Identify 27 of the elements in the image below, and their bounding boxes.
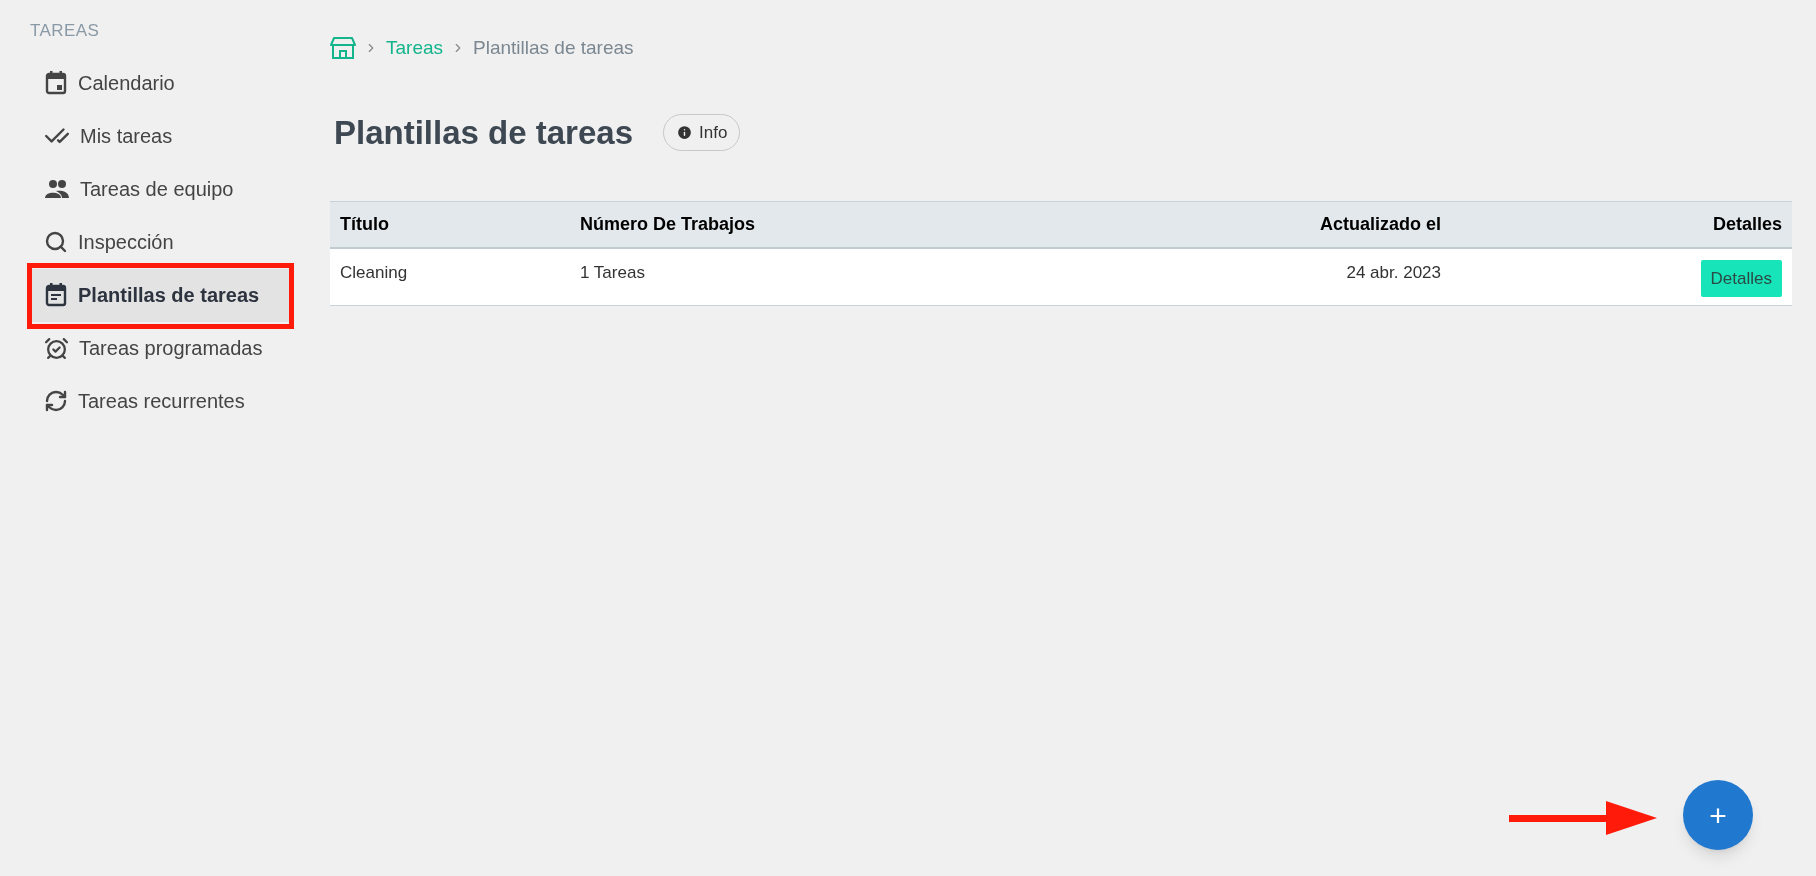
sidebar-item[interactable]: Tareas de equipo (29, 162, 290, 216)
sidebar-item[interactable]: Plantillas de tareas (29, 268, 290, 322)
people-icon (44, 179, 70, 199)
store-icon (330, 36, 356, 61)
page-title: Plantillas de tareas (334, 112, 633, 153)
sidebar-item[interactable]: Tareas programadas (29, 321, 290, 375)
calendar-list-icon (44, 282, 68, 308)
sidebar-item[interactable]: Calendario (29, 56, 290, 110)
section-title: TAREAS (30, 20, 101, 42)
info-icon (676, 123, 693, 141)
breadcrumb-current: Plantillas de tareas (473, 36, 634, 60)
column-header: Actualizado el (1318, 213, 1441, 236)
column-header: Número De Trabajos (580, 213, 757, 236)
alarm-clock-icon (44, 335, 69, 361)
table-cell: 1 Tareas (580, 263, 645, 282)
sync-icon (44, 389, 68, 413)
calendar-icon (44, 70, 68, 96)
details-button[interactable]: Detalles (1700, 260, 1782, 297)
sidebar-item[interactable]: Mis tareas (29, 109, 290, 163)
sidebar-item[interactable]: Inspección (29, 215, 290, 269)
add-button[interactable]: + (1683, 780, 1753, 850)
table-cell: Cleaning (340, 263, 408, 282)
sidebar-item[interactable]: Tareas recurrentes (29, 374, 290, 428)
table-cell: 24 abr. 2023 (1346, 263, 1441, 282)
search-icon (44, 230, 68, 254)
column-header: Título (340, 213, 390, 236)
column-header: Detalles (1711, 213, 1782, 236)
